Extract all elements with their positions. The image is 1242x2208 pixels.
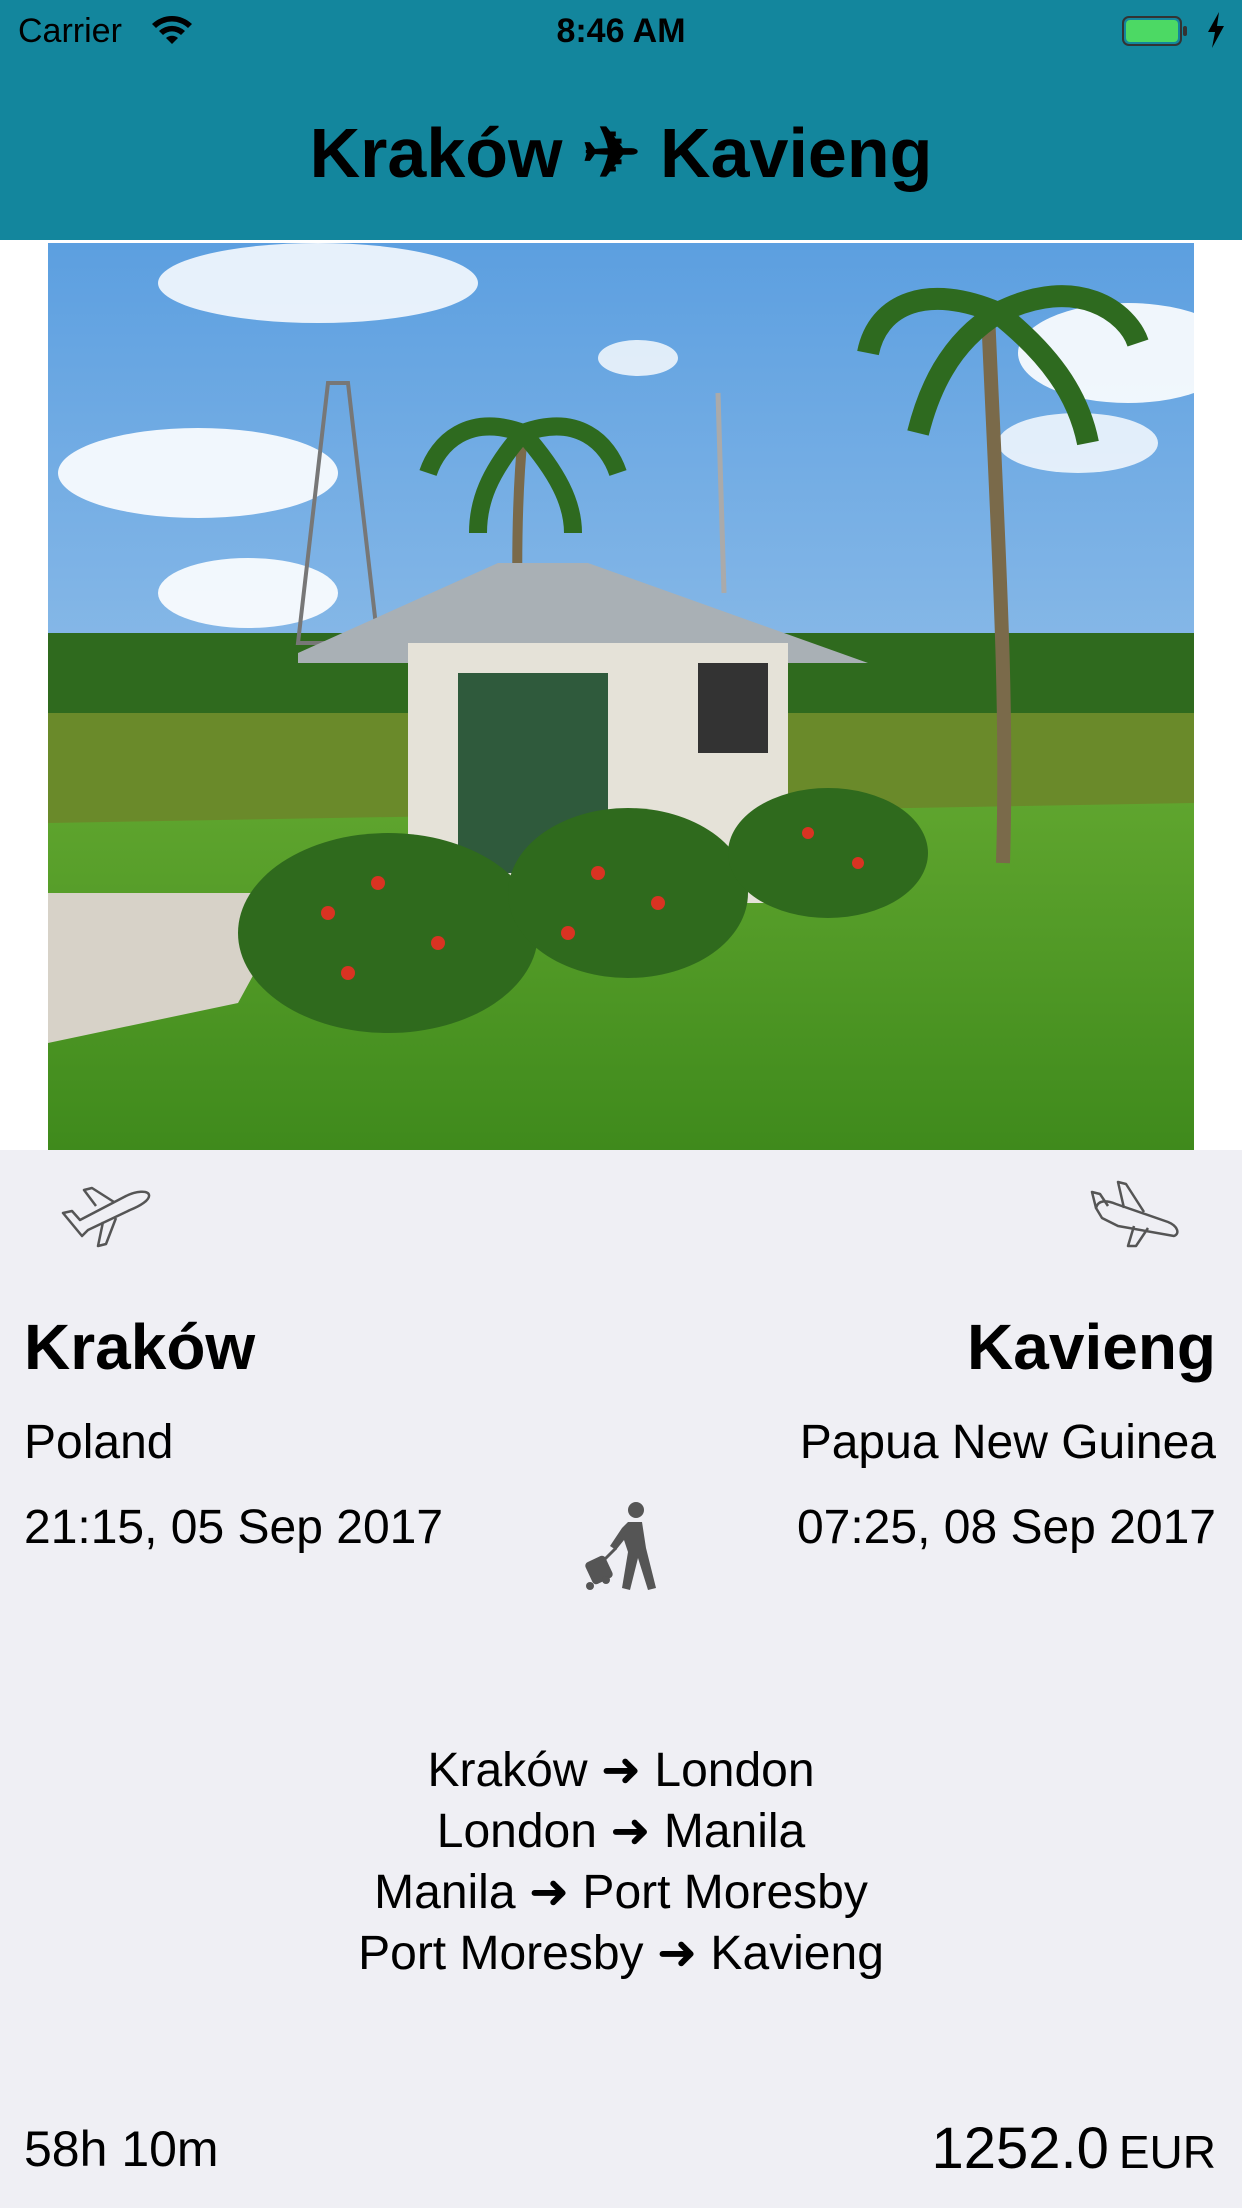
traveler-icon bbox=[585, 1502, 656, 1590]
status-bar: Carrier 8:46 AM bbox=[0, 0, 1242, 62]
destination-photo bbox=[48, 243, 1194, 1150]
navigation-bar: Carrier 8:46 AM Kraków ✈ Kavieng bbox=[0, 0, 1242, 240]
destination-city: Kavieng bbox=[967, 1311, 1216, 1383]
route-leg: Port Moresby ➜ Kavieng bbox=[358, 1927, 884, 1980]
charging-bolt-icon bbox=[1208, 12, 1224, 48]
page-title: Kraków ✈ Kavieng bbox=[309, 114, 933, 192]
destination-country: Papua New Guinea bbox=[799, 1416, 1216, 1469]
flight-price: 1252.0 EUR bbox=[931, 2115, 1216, 2182]
price-amount: 1252.0 bbox=[931, 2116, 1109, 2181]
departure-datetime: 21:15, 05 Sep 2017 bbox=[24, 1501, 444, 1554]
route-leg: Manila ➜ Port Moresby bbox=[374, 1866, 868, 1919]
flight-duration: 58h 10m bbox=[24, 2121, 219, 2177]
price-currency: EUR bbox=[1118, 2126, 1216, 2178]
origin-city: Kraków bbox=[24, 1311, 256, 1383]
destination-photo-container bbox=[0, 240, 1242, 1150]
origin-country: Poland bbox=[24, 1416, 174, 1469]
departure-plane-icon bbox=[61, 1186, 151, 1248]
route-leg: London ➜ Manila bbox=[436, 1805, 806, 1858]
battery-icon bbox=[1122, 16, 1187, 46]
route-leg: Kraków ➜ London bbox=[427, 1744, 815, 1797]
arrival-plane-icon bbox=[1090, 1180, 1179, 1248]
arrival-datetime: 07:25, 08 Sep 2017 bbox=[796, 1501, 1216, 1554]
status-time: 8:46 AM bbox=[556, 12, 686, 50]
route-legs: Kraków ➜ London London ➜ Manila Manila ➜… bbox=[0, 1740, 1242, 1984]
